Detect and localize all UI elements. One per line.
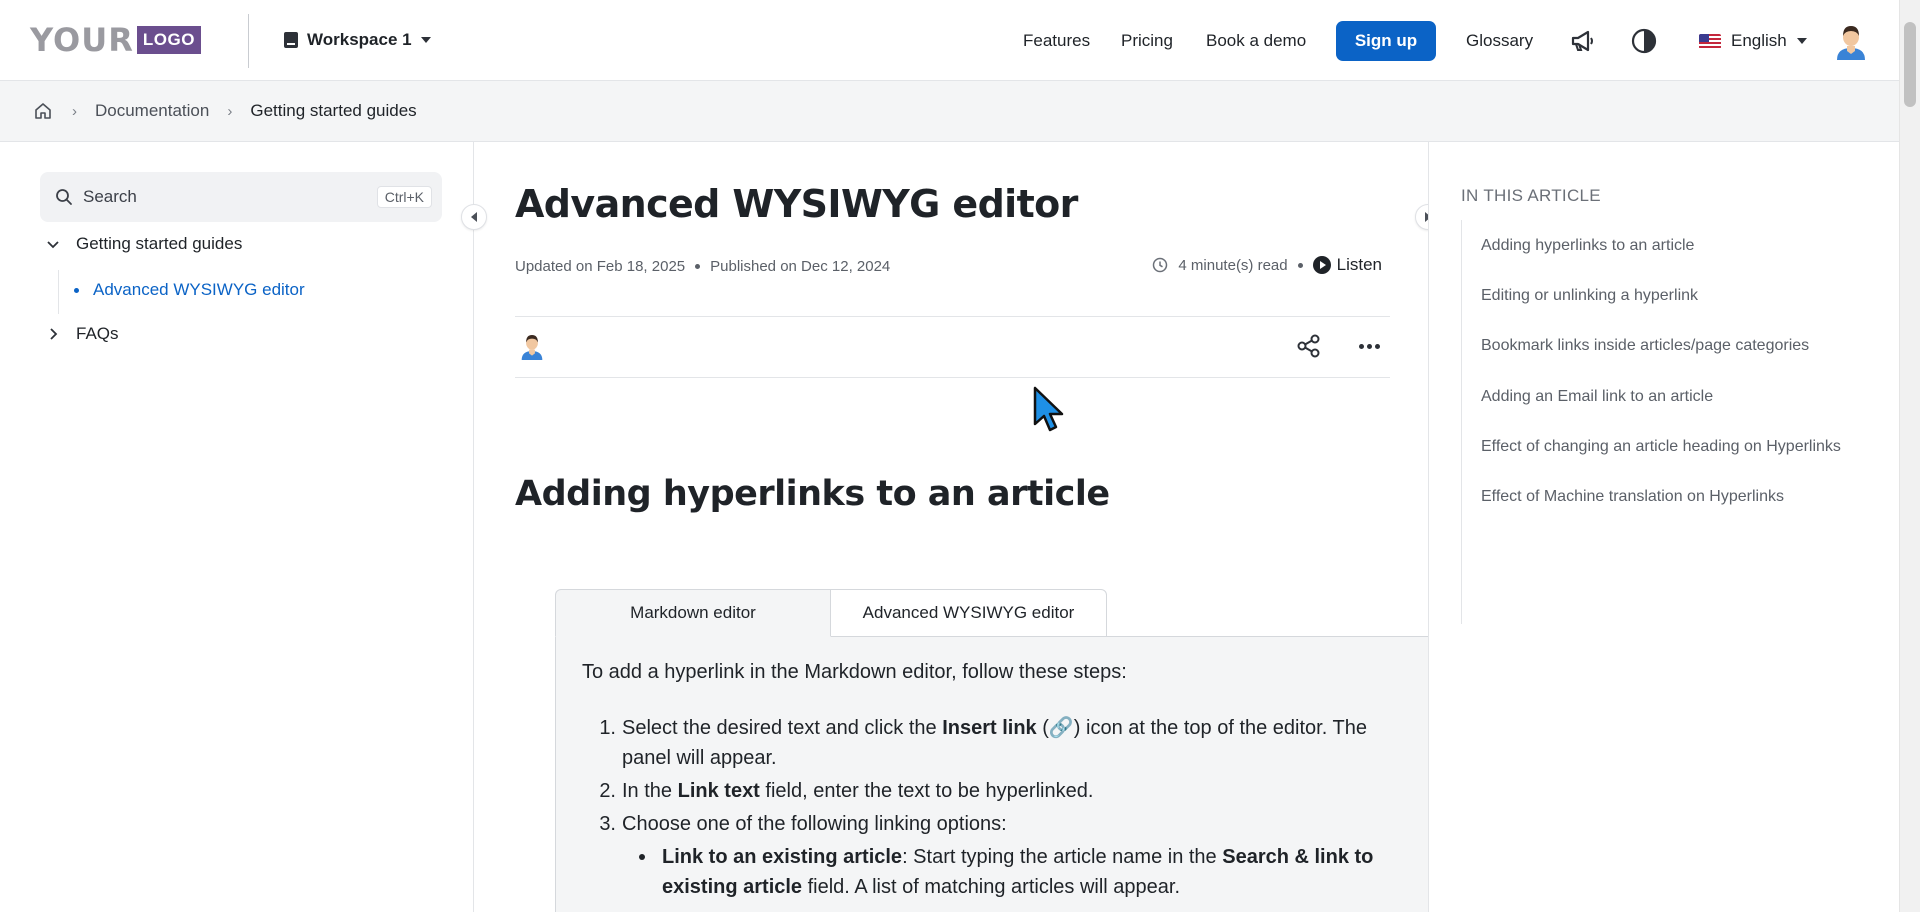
steps-list: 1. Select the desired text and click the… <box>582 713 1412 902</box>
panel-intro: To add a hyperlink in the Markdown edito… <box>582 661 1127 683</box>
tab-advanced-wysiwyg-editor[interactable]: Advanced WYSIWYG editor <box>831 589 1107 637</box>
language-label: English <box>1731 31 1787 50</box>
meta-separator <box>695 264 701 269</box>
logo[interactable]: YOUR LOGO <box>30 21 201 59</box>
nav-book-demo[interactable]: Book a demo <box>1206 24 1306 58</box>
breadcrumb: › Documentation › Getting started guides <box>0 81 1899 142</box>
search-icon <box>56 189 72 205</box>
sign-up-button[interactable]: Sign up <box>1336 21 1436 61</box>
mouse-cursor-icon <box>1033 386 1064 432</box>
nav-pricing[interactable]: Pricing <box>1121 24 1173 58</box>
page-title: Advanced WYSIWYG editor <box>515 182 1078 226</box>
tab-panel: To add a hyperlink in the Markdown edito… <box>555 636 1428 912</box>
nav-features[interactable]: Features <box>1023 24 1090 58</box>
megaphone-icon[interactable] <box>1566 24 1600 58</box>
meta-separator <box>1297 262 1303 268</box>
published-date: Published on Dec 12, 2024 <box>710 258 891 275</box>
author-avatar[interactable] <box>519 332 545 360</box>
read-time-label: 4 minute(s) read <box>1178 256 1288 274</box>
list-item: Link to an existing article: Start typin… <box>622 842 1412 902</box>
search-shortcut: Ctrl+K <box>376 186 432 208</box>
scrollbar-thumb[interactable] <box>1904 22 1916 107</box>
tree-indent-line <box>58 270 59 314</box>
chevron-right-icon <box>46 327 60 341</box>
breadcrumb-documentation[interactable]: Documentation <box>95 101 209 121</box>
share-icon[interactable] <box>1295 332 1323 360</box>
header-divider <box>248 14 249 68</box>
chevron-down-icon <box>1796 38 1807 44</box>
editor-tabs: Markdown editor Advanced WYSIWYG editor <box>555 589 1107 637</box>
nav-glossary[interactable]: Glossary <box>1466 24 1533 58</box>
sidebar-item-advanced-wysiwyg[interactable]: Advanced WYSIWYG editor <box>74 280 305 300</box>
divider <box>515 377 1390 378</box>
play-icon <box>1312 256 1331 274</box>
updated-date: Updated on Feb 18, 2025 <box>515 258 686 275</box>
book-icon <box>284 32 298 48</box>
list-item: 3. Choose one of the following linking o… <box>599 813 1007 835</box>
home-icon[interactable] <box>34 101 54 121</box>
workspace-label: Workspace 1 <box>307 30 412 49</box>
section-heading: Adding hyperlinks to an article <box>515 474 1110 514</box>
top-header: YOUR LOGO Workspace 1 Features Pricing B… <box>0 0 1899 81</box>
chevron-right-icon: › <box>227 102 233 120</box>
divider <box>515 316 1390 317</box>
left-sidebar: Search Ctrl+K Getting started guides Adv… <box>0 142 474 912</box>
toc-item[interactable]: Adding an Email link to an article <box>1481 388 1713 406</box>
toc-item[interactable]: Effect of Machine translation on Hyperli… <box>1481 488 1784 506</box>
toc-title: IN THIS ARTICLE <box>1461 186 1601 205</box>
sidebar-category-label: FAQs <box>76 324 119 343</box>
logo-text: YOUR <box>30 21 134 59</box>
toc-item[interactable]: Effect of changing an article heading on… <box>1481 438 1841 456</box>
sidebar-category-getting-started[interactable]: Getting started guides <box>46 234 242 254</box>
read-time: 4 minute(s) read Listen <box>1152 255 1382 275</box>
chevron-down-icon <box>46 237 60 251</box>
breadcrumb-current[interactable]: Getting started guides <box>250 101 416 121</box>
article-main: Advanced WYSIWYG editor Updated on Feb 1… <box>475 142 1428 912</box>
logo-box: LOGO <box>136 26 201 54</box>
list-item: 1. Select the desired text and click the… <box>599 717 1367 769</box>
user-avatar[interactable] <box>1834 22 1868 60</box>
toc-rail <box>1461 220 1462 624</box>
sidebar-category-label: Getting started guides <box>76 234 243 253</box>
language-selector[interactable]: English <box>1699 24 1807 58</box>
listen-label: Listen <box>1336 255 1382 274</box>
toc-item[interactable]: Bookmark links inside articles/page cate… <box>1481 337 1809 355</box>
active-bullet <box>74 287 79 293</box>
workspace-switcher[interactable]: Workspace 1 <box>284 26 431 54</box>
toc-item[interactable]: Adding hyperlinks to an article <box>1481 237 1694 255</box>
tab-markdown-editor[interactable]: Markdown editor <box>555 589 831 637</box>
article-meta: Updated on Feb 18, 2025 Published on Dec… <box>515 258 890 275</box>
search-placeholder: Search <box>83 187 137 206</box>
chevron-right-icon: › <box>72 102 77 120</box>
us-flag-icon <box>1699 33 1721 49</box>
list-item: 2. In the Link text field, enter the tex… <box>599 780 1094 802</box>
contrast-icon[interactable] <box>1627 24 1661 58</box>
page-scrollbar[interactable] <box>1899 0 1920 912</box>
sidebar-category-faqs[interactable]: FAQs <box>46 324 119 344</box>
sidebar-item-label: Advanced WYSIWYG editor <box>93 280 305 299</box>
search-input[interactable]: Search Ctrl+K <box>40 172 442 222</box>
chevron-down-icon <box>420 37 431 43</box>
more-icon[interactable] <box>1355 332 1383 360</box>
toc-item[interactable]: Editing or unlinking a hyperlink <box>1481 287 1698 305</box>
clock-icon <box>1153 257 1168 273</box>
toc-sidebar: IN THIS ARTICLE Adding hyperlinks to an … <box>1428 142 1899 912</box>
listen-button[interactable]: Listen <box>1312 255 1382 275</box>
